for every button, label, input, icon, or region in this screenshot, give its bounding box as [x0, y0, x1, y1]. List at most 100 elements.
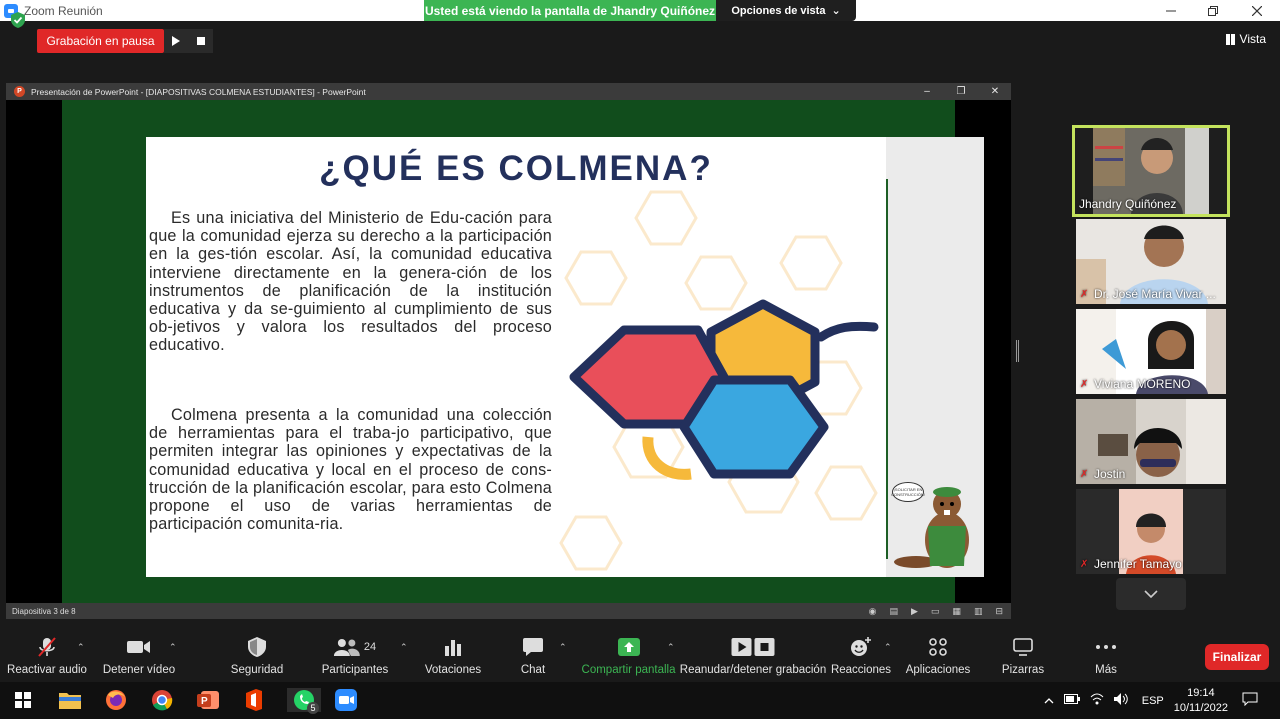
share-screen-label: Compartir pantalla — [581, 664, 676, 676]
share-options-caret-icon[interactable]: ⌃ — [667, 642, 675, 653]
slide-counter: Diapositiva 3 de 8 — [12, 606, 76, 616]
resume-recording-icon[interactable] — [172, 36, 181, 46]
muted-mic-icon: ✗ — [1080, 468, 1089, 480]
volume-icon[interactable] — [1113, 693, 1130, 708]
slide-paragraph-2: Colmena presenta a la comunidad una cole… — [149, 406, 552, 534]
slide-heading: ¿QUÉ ES COLMENA? — [319, 149, 713, 188]
participant-tile-viviana[interactable]: ✗ Viviana MORENO — [1076, 309, 1226, 394]
unmute-audio-button[interactable]: Reactivar audio — [7, 625, 87, 682]
view-options-label: Opciones de vista — [731, 4, 826, 17]
polls-label: Votaciones — [424, 664, 482, 676]
wifi-icon[interactable] — [1090, 693, 1104, 708]
shield-icon — [248, 636, 266, 658]
office-icon[interactable] — [241, 688, 267, 712]
recording-controls — [164, 29, 213, 53]
reading-view-icon[interactable]: ▥ — [974, 606, 983, 617]
grid-icon[interactable]: ▦ — [952, 606, 961, 617]
participant-tile-jennifer[interactable]: ✗ Jennifer Tamayo — [1076, 489, 1226, 574]
chat-bubble-icon — [523, 636, 543, 658]
smiley-plus-icon — [850, 636, 872, 658]
stop-video-button[interactable]: Detener vídeo — [102, 625, 176, 682]
record-label: Reanudar/detener grabación — [679, 664, 827, 676]
beaver-mascot-image — [894, 487, 969, 568]
ppt-close-icon: ✕ — [990, 86, 1000, 97]
normal-view-icon[interactable]: ▭ — [931, 606, 940, 617]
security-shield-icon — [11, 12, 25, 28]
firefox-icon[interactable] — [103, 688, 129, 712]
powerpoint-taskbar-icon[interactable]: P — [195, 688, 221, 712]
colmena-logo — [569, 299, 879, 480]
participant-tile-jose-maria[interactable]: ✗ Dr. José María Vivar ... — [1076, 219, 1226, 304]
participant-tile-jostin[interactable]: ✗ Jostin — [1076, 399, 1226, 484]
reactions-label: Reacciones — [830, 664, 892, 676]
shared-screen: P Presentación de PowerPoint - [DIAPOSIT… — [6, 83, 1011, 619]
chrome-icon[interactable] — [149, 688, 175, 712]
end-meeting-button[interactable]: Finalizar — [1205, 644, 1269, 670]
svg-text:P: P — [201, 696, 208, 707]
notes-icon[interactable]: ◉ — [869, 606, 877, 617]
participant-name: Jostin — [1094, 467, 1126, 481]
file-explorer-icon[interactable] — [57, 688, 83, 712]
battery-icon[interactable] — [1063, 694, 1080, 707]
participants-options-caret-icon[interactable]: ⌃ — [400, 642, 408, 653]
participant-name: Jennifer Tamayo — [1094, 557, 1182, 571]
view-button[interactable]: Vista — [1225, 32, 1266, 46]
audio-options-caret-icon[interactable]: ⌃ — [77, 642, 85, 653]
zoom-taskbar-icon[interactable] — [333, 688, 359, 712]
slide-paragraph-1: Es una iniciativa del Ministerio de Edu-… — [149, 209, 552, 355]
security-button[interactable]: Seguridad — [226, 625, 288, 682]
restore-button[interactable] — [1192, 0, 1234, 21]
apps-button[interactable]: Aplicaciones — [905, 625, 971, 682]
video-camera-icon — [127, 636, 151, 658]
clock-time: 19:14 — [1187, 686, 1215, 699]
clock-date: 10/11/2022 — [1173, 701, 1228, 714]
language-indicator[interactable]: ESP — [1142, 695, 1164, 707]
polls-button[interactable]: Votaciones — [424, 625, 482, 682]
title-bar: Zoom Reunión Usted está viendo la pantal… — [0, 0, 1280, 21]
participant-name: Dr. José María Vivar ... — [1094, 287, 1216, 301]
participants-count: 24 — [363, 641, 377, 653]
muted-mic-icon: ✗ — [1080, 378, 1089, 390]
stop-recording-icon[interactable] — [196, 37, 205, 45]
whiteboards-button[interactable]: Pizarras — [1000, 625, 1046, 682]
recording-status-button[interactable]: Grabación en pausa — [37, 29, 164, 53]
participants-button[interactable]: 24 Participantes — [322, 625, 388, 682]
sharing-banner: Usted está viendo la pantalla de Jhandry… — [424, 0, 716, 21]
ppt-minimize-icon: – — [924, 86, 930, 97]
notifications-icon[interactable] — [1242, 692, 1258, 709]
window-title: Zoom Reunión — [24, 3, 103, 18]
chevron-down-icon — [1144, 590, 1158, 598]
slide-sorter-icon[interactable]: ▤ — [889, 606, 898, 617]
more-button[interactable]: Más — [1088, 625, 1124, 682]
more-label: Más — [1095, 664, 1117, 676]
video-options-caret-icon[interactable]: ⌃ — [169, 642, 177, 653]
show-hidden-icons-icon[interactable] — [1044, 695, 1054, 707]
muted-mic-icon: ✗ — [1080, 558, 1089, 570]
close-button[interactable] — [1236, 0, 1278, 21]
taskbar-clock[interactable]: 19:14 10/11/2022 — [1174, 686, 1228, 716]
windows-start-icon[interactable] — [10, 688, 36, 712]
view-options-button[interactable]: Opciones de vista ⌄ — [716, 0, 856, 21]
panel-resize-handle[interactable] — [1016, 340, 1019, 362]
stop-video-label: Detener vídeo — [102, 664, 176, 676]
chat-button[interactable]: Chat — [514, 625, 552, 682]
ppt-title-bar: P Presentación de PowerPoint - [DIAPOSIT… — [6, 83, 1011, 100]
slideshow-icon[interactable]: ▶ — [911, 606, 918, 617]
minimize-icon — [1166, 10, 1176, 11]
chat-options-caret-icon[interactable]: ⌃ — [559, 642, 567, 653]
participant-tile-jhandry[interactable]: Jhandry Quiñónez — [1072, 125, 1230, 217]
participants-icon: 24 — [333, 636, 377, 658]
apps-icon — [929, 636, 947, 658]
scroll-participants-down-button[interactable] — [1116, 578, 1186, 610]
reactions-options-caret-icon[interactable]: ⌃ — [884, 642, 892, 653]
meeting-toolbar: Reactivar audio ⌃ Detener vídeo ⌃ Seguri… — [0, 625, 1280, 682]
presenter-icon[interactable]: ⊟ — [995, 606, 1003, 617]
share-screen-button[interactable]: Compartir pantalla — [582, 625, 675, 682]
minimize-button[interactable] — [1150, 0, 1192, 21]
muted-mic-icon — [36, 636, 58, 658]
muted-mic-icon: ✗ — [1080, 288, 1089, 300]
chevron-down-icon: ⌄ — [831, 5, 841, 17]
reactions-button[interactable]: Reacciones — [830, 625, 892, 682]
whatsapp-icon[interactable]: 5 — [287, 688, 321, 714]
resume-stop-recording-button[interactable]: Reanudar/detener grabación — [679, 625, 827, 682]
